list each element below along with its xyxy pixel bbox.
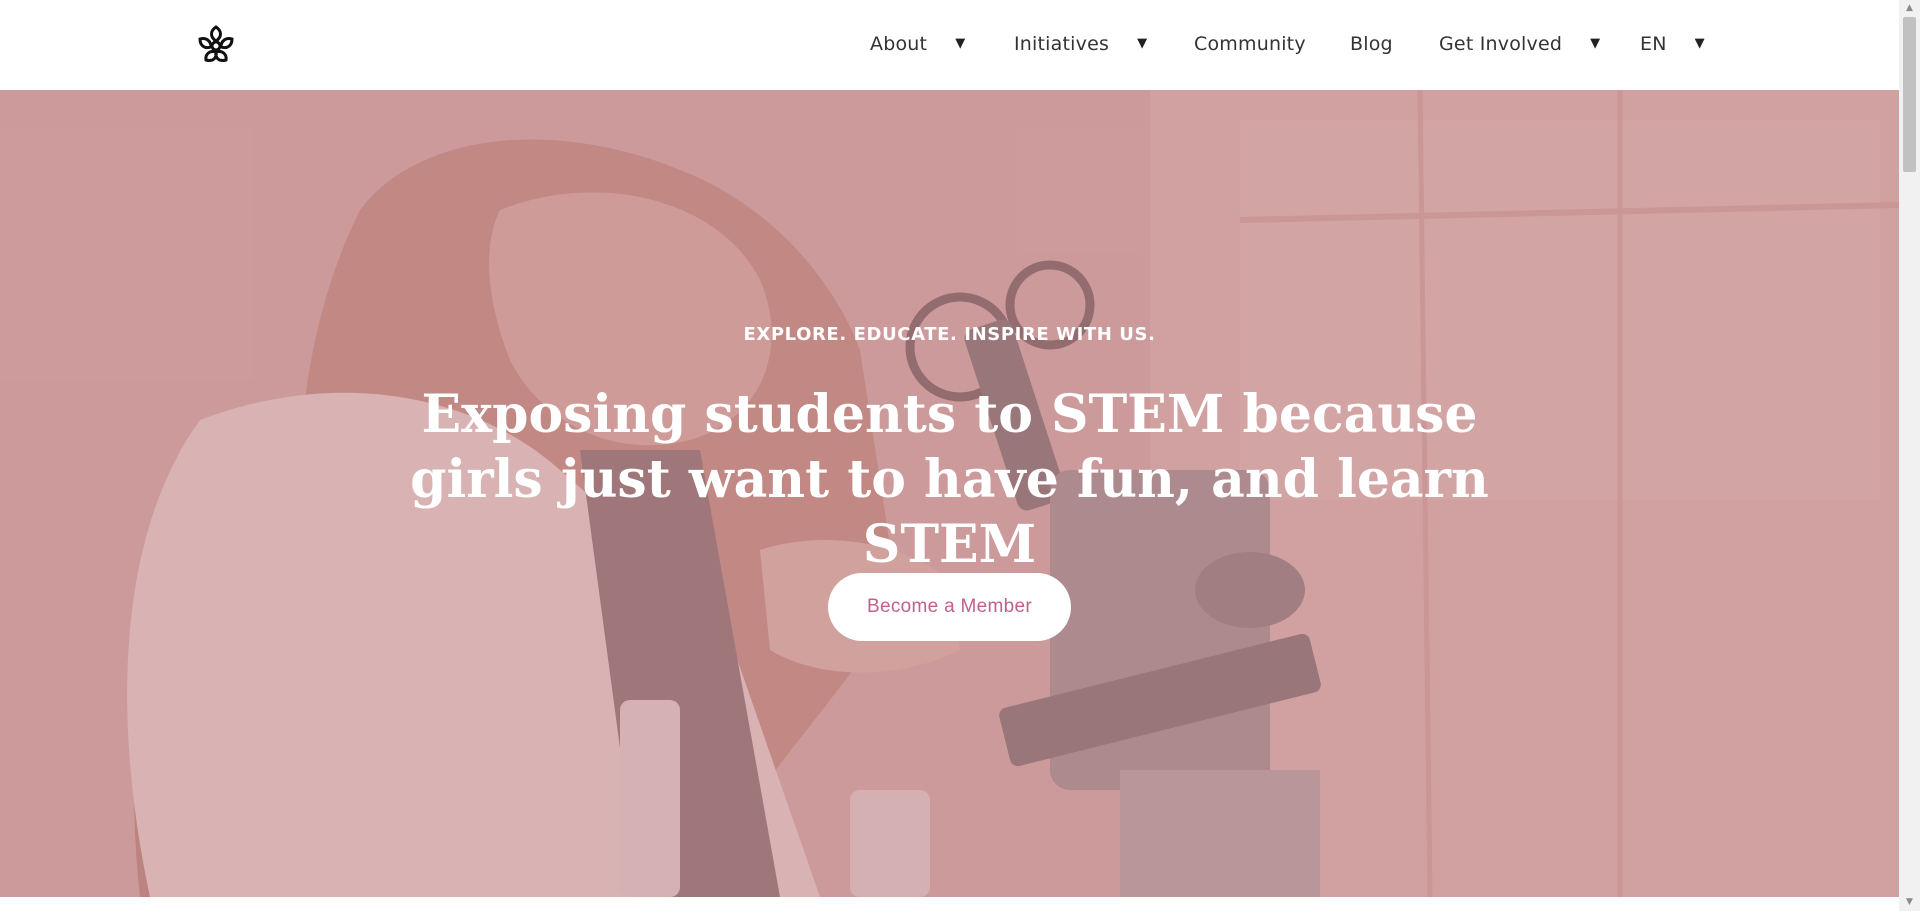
nav-blog-label: Blog — [1350, 33, 1393, 55]
scrollbar-thumb[interactable] — [1903, 17, 1916, 172]
language-label: EN — [1640, 33, 1667, 55]
chevron-down-icon: ▼ — [1137, 35, 1148, 51]
page-bottom-edge — [0, 897, 1899, 911]
vertical-scrollbar[interactable]: ▲ ▼ — [1899, 0, 1920, 911]
nav-get-involved[interactable]: Get Involved ▼ — [1439, 30, 1600, 58]
become-member-button[interactable]: Become a Member — [828, 573, 1071, 641]
chevron-down-icon: ▼ — [1694, 35, 1705, 51]
nav-get-involved-label: Get Involved — [1439, 33, 1563, 55]
nav-about[interactable]: About ▼ — [870, 30, 965, 58]
nav-initiatives[interactable]: Initiatives ▼ — [1014, 30, 1147, 58]
hero-tagline: EXPLORE. EDUCATE. INSPIRE WITH US. — [743, 324, 1156, 345]
nav-community-label: Community — [1194, 33, 1306, 55]
main-nav: About ▼ Initiatives ▼ Community Blog Get… — [0, 0, 1899, 90]
language-selector[interactable]: EN ▼ — [1640, 30, 1705, 58]
nav-blog[interactable]: Blog — [1350, 30, 1393, 58]
hero-headline: Exposing students to STEM because girls … — [410, 384, 1489, 575]
site-header: About ▼ Initiatives ▼ Community Blog Get… — [0, 0, 1899, 90]
nav-community[interactable]: Community — [1194, 30, 1306, 58]
scroll-down-icon[interactable]: ▼ — [1904, 897, 1915, 908]
nav-about-label: About — [870, 33, 928, 55]
hero-section: EXPLORE. EDUCATE. INSPIRE WITH US. Expos… — [0, 90, 1899, 897]
nav-initiatives-label: Initiatives — [1014, 33, 1110, 55]
scroll-up-icon[interactable]: ▲ — [1904, 3, 1915, 14]
chevron-down-icon: ▼ — [1590, 35, 1601, 51]
chevron-down-icon: ▼ — [955, 35, 966, 51]
